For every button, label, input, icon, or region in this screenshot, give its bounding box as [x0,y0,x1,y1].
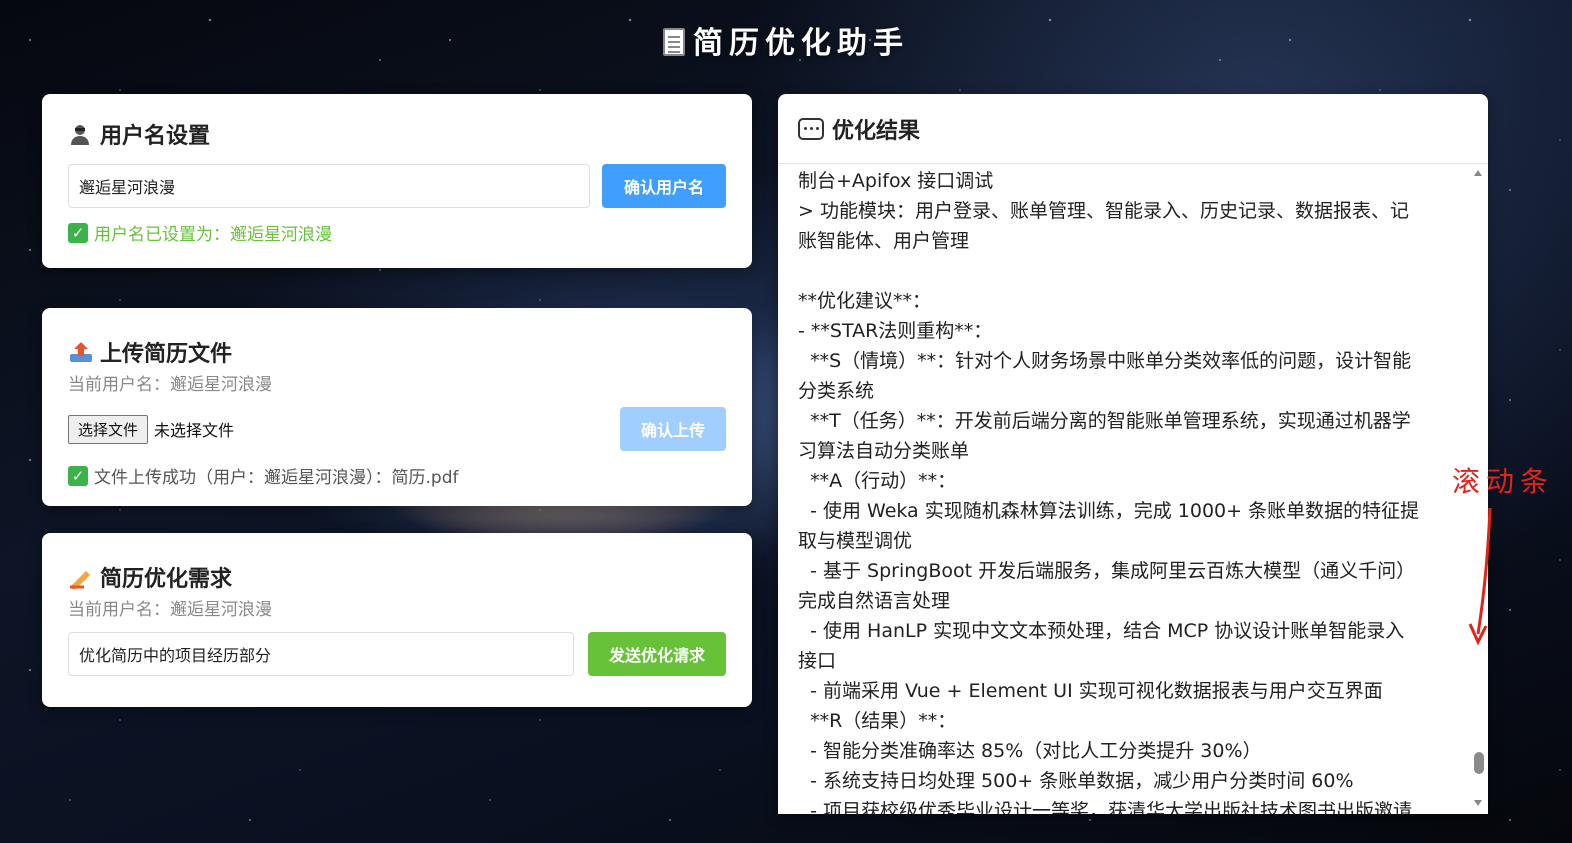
request-card: 简历优化需求 当前用户名：邂逅星河浪漫 优化简历中的项目经历部分 发送优化请求 [42,533,752,707]
confirm-upload-button[interactable]: 确认上传 [620,407,726,451]
upload-status: ✓ 文件上传成功（用户：邂逅星河浪漫）：简历.pdf [68,463,726,488]
result-heading-text: 优化结果 [832,118,921,144]
upload-status-text: 文件上传成功（用户：邂逅星河浪漫）：简历.pdf [94,468,459,488]
result-line: 习算法自动分类账单 [798,440,970,462]
result-line: - 前端采用 Vue + Element UI 实现可视化数据报表与用户交互界面 [798,680,1383,702]
result-line: - 使用 HanLP 实现中文文本预处理，结合 MCP 协议设计账单智能录入 [798,620,1405,642]
result-line: **T（任务）**：开发前后端分离的智能账单管理系统，实现通过机器学 [798,410,1411,432]
scroll-down-arrow-icon[interactable] [1474,800,1482,806]
no-file-text: 未选择文件 [154,421,235,440]
upload-heading: 上传简历文件 [68,336,726,368]
result-card: 优化结果 制台+Apifox 接口调试 > 功能模块：用户登录、账单管理、智能录入… [778,94,1488,814]
username-heading: 用户名设置 [68,118,726,150]
result-content[interactable]: 制台+Apifox 接口调试 > 功能模块：用户登录、账单管理、智能录入、历史记录… [778,164,1470,814]
result-line: **S（情境）**：针对个人财务场景中账单分类效率低的问题，设计智能 [798,350,1412,372]
request-current-user: 当前用户名：邂逅星河浪漫 [68,600,272,620]
document-icon [663,28,685,56]
result-line: - 项目获校级优秀毕业设计一等奖，获清华大学出版社技术图书出版邀请 [798,800,1412,814]
result-line: **R（结果）**： [798,710,957,732]
confirm-username-button[interactable]: 确认用户名 [602,164,726,208]
optimization-request-input[interactable]: 优化简历中的项目经历部分 [68,632,574,676]
username-heading-text: 用户名设置 [100,124,211,149]
result-line: - 智能分类准确率达 85%（对比人工分类提升 30%） [798,740,1262,762]
result-line: 分类系统 [798,380,875,402]
result-line: - 使用 Weka 实现随机森林算法训练，完成 1000+ 条账单数据的特征提 [798,500,1420,522]
result-line: - **STAR法则重构**： [798,320,993,342]
chat-icon [798,117,824,140]
upload-card: 上传简历文件 当前用户名：邂逅星河浪漫 选择文件 未选择文件 确认上传 ✓ 文件… [42,308,752,506]
result-line: **A（行动）**： [798,470,957,492]
scroll-up-arrow-icon[interactable] [1474,170,1482,176]
upload-current-user: 当前用户名：邂逅星河浪漫 [68,375,272,395]
username-status-text: 用户名已设置为：邂逅星河浪漫 [94,225,332,245]
username-status: ✓ 用户名已设置为：邂逅星河浪漫 [68,220,726,245]
upload-heading-text: 上传简历文件 [100,342,233,367]
choose-file-button[interactable]: 选择文件 [68,414,149,444]
check-icon: ✓ [68,465,88,486]
annotation-arrow-icon [1468,507,1492,646]
result-heading: 优化结果 [798,113,920,145]
writing-icon [68,565,92,589]
result-line: - 系统支持日均处理 500+ 条账单数据，减少用户分类时间 60% [798,770,1354,792]
result-line: 账智能体、用户管理 [798,230,970,252]
result-line: **优化建议**： [798,290,932,312]
result-line: 接口 [798,650,837,672]
scroll-thumb[interactable] [1474,752,1484,774]
scrollbar-annotation: 滚动条 [1452,465,1555,498]
upload-icon [68,340,92,364]
send-request-button[interactable]: 发送优化请求 [588,632,726,676]
result-header: 优化结果 [778,94,1488,164]
username-input[interactable]: 邂逅星河浪漫 [68,164,590,208]
check-icon: ✓ [68,222,88,243]
user-icon [68,122,92,146]
result-line: - 基于 SpringBoot 开发后端服务，集成阿里云百炼大模型（通义千问） [798,560,1416,582]
request-heading: 简历优化需求 [68,561,726,593]
result-line [798,256,1450,286]
request-heading-text: 简历优化需求 [100,567,233,592]
page-title: 简历优化助手 [0,18,1572,62]
result-line: > 功能模块：用户登录、账单管理、智能录入、历史记录、数据报表、记 [798,200,1409,222]
result-line: 制台+Apifox 接口调试 [798,170,994,192]
result-line: 完成自然语言处理 [798,590,951,612]
username-card: 用户名设置 邂逅星河浪漫 确认用户名 ✓ 用户名已设置为：邂逅星河浪漫 [42,94,752,268]
result-line: 取与模型调优 [798,530,913,552]
